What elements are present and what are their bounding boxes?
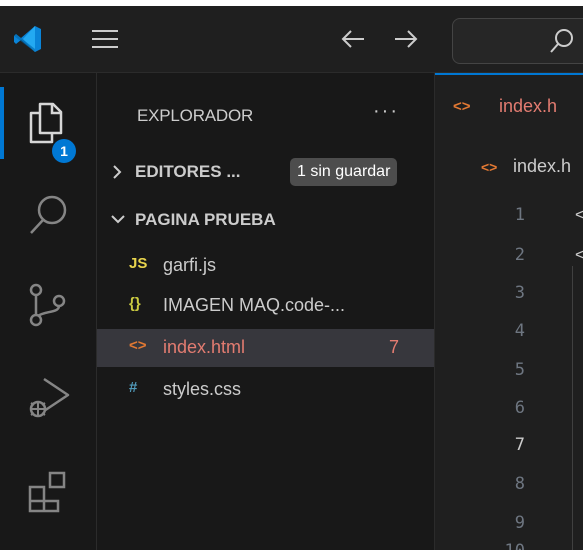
editor-area: <> index.h <> index.h 1 2 3 4 5 6 7 8 9 … (435, 73, 583, 550)
activity-run-debug[interactable] (0, 355, 96, 433)
explorer-sidebar: EXPLORADOR ··· EDITORES ... 1 sin guarda… (97, 73, 435, 550)
tab-index-html[interactable]: <> index.h (435, 73, 583, 141)
file-name: styles.css (163, 379, 242, 399)
file-name: garfi.js (163, 255, 217, 275)
chevron-right-icon (113, 165, 122, 179)
activity-source-control[interactable] (0, 263, 96, 341)
line-number: 5 (514, 360, 525, 380)
css-file-icon: # (129, 379, 138, 396)
code-text[interactable]: < (575, 245, 583, 265)
run-debug-icon (29, 377, 70, 418)
folder-label: PAGINA PRUEBA (135, 210, 276, 229)
source-control-icon (29, 283, 66, 327)
file-item-index-html[interactable]: <> index.html 7 (97, 329, 434, 367)
html-file-icon: <> (453, 98, 471, 115)
explorer-badge: 1 (52, 139, 76, 163)
search-icon (550, 29, 573, 53)
open-editors-label: EDITORES ... (135, 162, 241, 181)
html-file-icon: <> (481, 159, 498, 175)
line-number: 4 (514, 321, 525, 341)
file-name: index.html (163, 337, 246, 357)
html-file-icon: <> (129, 337, 147, 354)
breadcrumb[interactable]: <> index.h (435, 153, 583, 183)
command-center-search[interactable] (452, 18, 583, 64)
file-item-garfi-js[interactable]: JS garfi.js (97, 247, 434, 285)
tab-label: index.h (499, 96, 558, 116)
javascript-file-icon: JS (129, 255, 148, 272)
arrow-left-icon[interactable] (338, 26, 368, 52)
file-item-imagen-maq[interactable]: {} IMAGEN MAQ.code-... (97, 287, 434, 325)
file-item-styles-css[interactable]: # styles.css (97, 371, 434, 409)
vscode-logo-icon[interactable] (12, 23, 44, 55)
unsaved-badge: 1 sin guardar (290, 158, 398, 186)
title-bar (0, 6, 583, 73)
problem-count: 7 (389, 337, 400, 357)
line-number: 2 (514, 245, 525, 265)
breadcrumb-file: index.h (513, 156, 572, 176)
extensions-icon (28, 471, 66, 513)
line-number: 6 (514, 398, 525, 418)
code-text[interactable]: < (575, 205, 583, 225)
more-actions-button[interactable]: ··· (373, 100, 399, 123)
chevron-down-icon (111, 215, 125, 224)
line-number: 3 (514, 283, 525, 303)
open-editors-section[interactable]: EDITORES ... 1 sin guardar (97, 153, 434, 191)
explorer-title: EXPLORADOR (137, 106, 254, 125)
vscode-window: 1 EXPLORADOR ··· EDITORES ... 1 sin guar… (0, 6, 583, 550)
line-number: 9 (514, 513, 525, 533)
indent-guide (572, 266, 573, 550)
json-file-icon: {} (129, 295, 141, 312)
activity-explorer[interactable]: 1 (0, 83, 96, 163)
tab-strip: <> index.h (435, 73, 583, 141)
folder-section[interactable]: PAGINA PRUEBA (97, 201, 434, 239)
line-number: 1 (514, 205, 525, 225)
hamburger-icon[interactable] (90, 28, 120, 50)
line-number-current: 7 (514, 435, 525, 455)
activity-extensions[interactable] (0, 451, 96, 529)
line-number: 10 (495, 541, 525, 550)
file-name: IMAGEN MAQ.code-... (163, 295, 346, 315)
activity-bar: 1 (0, 73, 97, 550)
search-icon (30, 195, 67, 234)
activity-search[interactable] (0, 175, 96, 253)
arrow-right-icon[interactable] (391, 26, 421, 52)
line-number: 8 (514, 474, 525, 494)
